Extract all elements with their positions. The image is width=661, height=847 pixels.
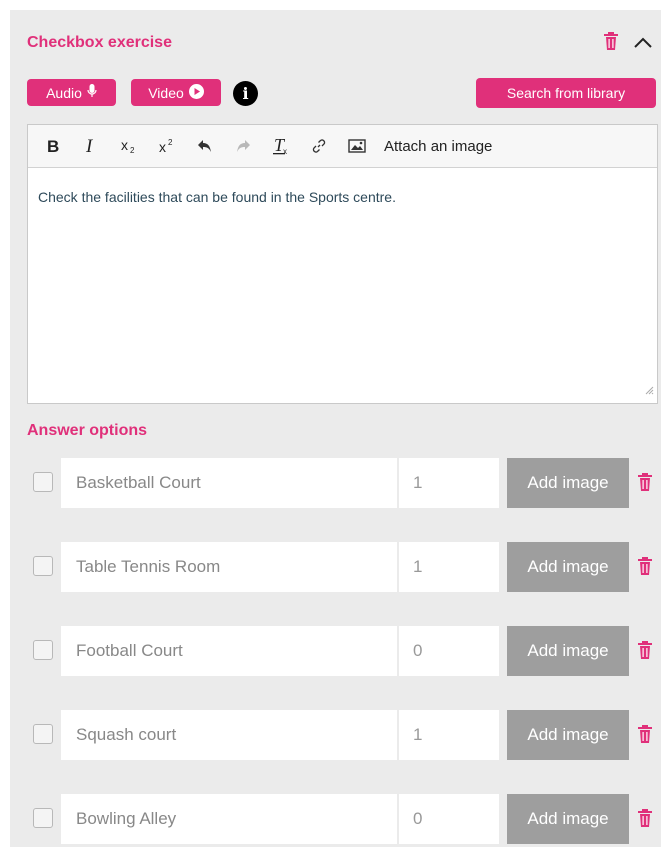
svg-text:x: x <box>283 147 287 155</box>
answer-score-input[interactable]: 0 <box>399 794 499 844</box>
exercise-title: Checkbox exercise <box>27 34 172 51</box>
rich-text-editor: B I x2 x2 Tx Attach an image Check the f… <box>27 124 658 404</box>
search-from-library-button[interactable]: Search from library <box>476 78 656 108</box>
checkbox-exercise-panel: Checkbox exercise Audio Video i Search f… <box>10 10 661 847</box>
svg-text:x: x <box>121 138 128 153</box>
svg-text:x: x <box>159 139 166 154</box>
video-button-label: Video <box>148 84 184 101</box>
svg-text:2: 2 <box>168 138 173 147</box>
answer-score-input[interactable]: 1 <box>399 458 499 508</box>
answer-text-input[interactable]: Bowling Alley <box>61 794 397 844</box>
answer-score-input[interactable]: 1 <box>399 542 499 592</box>
undo-icon[interactable] <box>190 131 220 161</box>
redo-icon[interactable] <box>228 131 258 161</box>
answer-text-input[interactable]: Football Court <box>61 626 397 676</box>
answer-text-input[interactable]: Basketball Court <box>61 458 397 508</box>
editor-toolbar: B I x2 x2 Tx Attach an image <box>28 125 657 168</box>
answer-score-input[interactable]: 0 <box>399 626 499 676</box>
answer-score-input[interactable]: 1 <box>399 710 499 760</box>
play-icon <box>188 83 204 102</box>
resize-handle-icon[interactable] <box>644 382 654 400</box>
answer-option-row: Bowling Alley 0 Add image <box>10 794 661 844</box>
answer-text-input[interactable]: Table Tennis Room <box>61 542 397 592</box>
delete-answer-trash-icon[interactable] <box>637 725 653 748</box>
add-image-button[interactable]: Add image <box>507 710 629 760</box>
delete-answer-trash-icon[interactable] <box>637 473 653 496</box>
answer-checkbox[interactable] <box>33 640 53 660</box>
audio-button-label: Audio <box>46 84 82 101</box>
add-image-button[interactable]: Add image <box>507 626 629 676</box>
collapse-chevron-up-icon[interactable] <box>633 35 653 53</box>
video-button[interactable]: Video <box>131 79 221 106</box>
svg-text:B: B <box>47 138 59 154</box>
answer-checkbox[interactable] <box>33 724 53 744</box>
info-icon[interactable]: i <box>233 81 258 106</box>
subscript-icon[interactable]: x2 <box>114 131 144 161</box>
answer-text-input[interactable]: Squash court <box>61 710 397 760</box>
svg-text:I: I <box>85 138 94 154</box>
clear-format-icon[interactable]: Tx <box>266 131 296 161</box>
microphone-icon <box>87 84 97 101</box>
delete-exercise-trash-icon[interactable] <box>603 32 619 55</box>
italic-icon[interactable]: I <box>76 131 106 161</box>
answer-checkbox[interactable] <box>33 472 53 492</box>
svg-text:2: 2 <box>130 146 135 154</box>
bold-icon[interactable]: B <box>38 131 68 161</box>
audio-button[interactable]: Audio <box>27 79 116 106</box>
delete-answer-trash-icon[interactable] <box>637 641 653 664</box>
add-image-button[interactable]: Add image <box>507 794 629 844</box>
attach-image-label[interactable]: Attach an image <box>384 131 492 161</box>
superscript-icon[interactable]: x2 <box>152 131 182 161</box>
answer-option-row: Football Court 0 Add image <box>10 626 661 676</box>
image-icon[interactable] <box>342 131 372 161</box>
answer-options-heading: Answer options <box>27 422 148 439</box>
delete-answer-trash-icon[interactable] <box>637 557 653 580</box>
add-image-button[interactable]: Add image <box>507 458 629 508</box>
add-image-button[interactable]: Add image <box>507 542 629 592</box>
link-icon[interactable] <box>304 131 334 161</box>
answer-option-row: Squash court 1 Add image <box>10 710 661 760</box>
answer-checkbox[interactable] <box>33 556 53 576</box>
delete-answer-trash-icon[interactable] <box>637 809 653 832</box>
answer-option-row: Basketball Court 1 Add image <box>10 458 661 508</box>
editor-content[interactable]: Check the facilities that can be found i… <box>28 168 657 226</box>
answer-option-row: Table Tennis Room 1 Add image <box>10 542 661 592</box>
answer-checkbox[interactable] <box>33 808 53 828</box>
